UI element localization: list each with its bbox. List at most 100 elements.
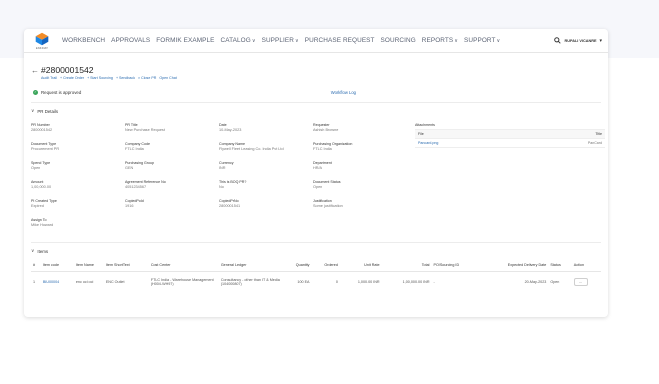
items-col-header: Cost Center — [148, 260, 219, 272]
items-col-header: PO/Sourcing ID — [431, 260, 480, 272]
logo-text: ENKINAT — [35, 46, 49, 50]
nav-item-approvals[interactable]: APPROVALS — [111, 37, 150, 44]
detail-field: Purchasing Organization FTLC India — [313, 142, 403, 151]
detail-value: Ashish Browne — [313, 127, 339, 132]
nav-item-label: FORMIK EXAMPLE — [156, 37, 215, 44]
detail-field: PR Title New Purchase Request — [125, 123, 215, 132]
cell-cost-center: FTLC India - Warehouse Management (H004-… — [149, 271, 219, 293]
cell-item-short-text: ENC Outlet — [104, 271, 149, 293]
detail-value: Open — [31, 165, 41, 170]
po-action-3[interactable]: + Sendback — [116, 76, 135, 80]
attachment-file-link[interactable]: Pancard.png — [418, 141, 438, 145]
detail-field: PR Number 2800001542 — [31, 123, 121, 132]
table-row: 1 BIU00004 enc oci oci ENC Outlet FTLC India… — [31, 271, 601, 293]
detail-value: 2800001541 — [219, 203, 241, 208]
user-menu[interactable]: RUPALI VICANRE ▾ — [554, 37, 602, 44]
pr-details-title: PR Details — [37, 108, 59, 114]
caret-down-icon: ▾ — [599, 37, 602, 44]
nav-item-reports[interactable]: REPORTS∨ — [422, 37, 458, 44]
po-action-5[interactable]: Open Chat — [159, 76, 176, 80]
user-name: RUPALI VICANRE — [564, 38, 597, 43]
nav-item-catalog[interactable]: CATALOG∨ — [221, 37, 256, 44]
item-code-link[interactable]: BIU00004 — [43, 280, 59, 284]
cell-status: Open — [548, 271, 571, 293]
items-header[interactable]: ∨ Items — [31, 248, 601, 254]
cell-expected-delivery: 20-May-2023 — [479, 271, 548, 293]
chevron-down-icon: ∨ — [31, 248, 35, 253]
items-table: # Item code Item Name Item ShortText Cost Ce… — [31, 260, 601, 293]
detail-field: CopiedPoId 1916 — [125, 199, 215, 208]
detail-field: Purchasing Group GEN — [125, 161, 215, 170]
items-col-header: General Ledger — [218, 260, 283, 272]
po-action-1[interactable]: + Create Order — [60, 76, 84, 80]
items-col-header: # — [31, 260, 41, 272]
po-actions: Audit Trail + Create Order + Start Sourcin… — [41, 76, 177, 80]
detail-value: Open — [313, 184, 323, 189]
detail-field: CopiedPrNo 2800001541 — [219, 199, 309, 208]
back-arrow-icon[interactable]: ← — [31, 66, 41, 75]
nav-item-sourcing[interactable]: SOURCING — [381, 37, 416, 44]
more-actions-button[interactable]: ... — [573, 278, 588, 287]
items-title: Items — [37, 248, 49, 254]
detail-value: Procurement PR — [31, 146, 60, 151]
detail-value: 10-May-2023 — [219, 127, 242, 132]
top-navigation: ENKINAT WORKBENCH APPROVALS FORMIK EXAMPLE… — [24, 29, 608, 53]
detail-value: Some justification — [313, 203, 343, 208]
detail-value: 1,00,000.00 — [31, 184, 52, 189]
pr-details-grid: Attachments File Title Pancard.png PanCa… — [31, 123, 605, 237]
cell-unit-rate: 1,000.00 INR — [340, 271, 382, 293]
workflow-log-link[interactable]: Workflow Log — [331, 90, 356, 95]
chevron-down-icon: ∨ — [454, 38, 459, 44]
detail-field: Document Type Procurement PR — [31, 142, 121, 151]
detail-value: 4051234567 — [125, 184, 147, 189]
nav-item-supplier[interactable]: SUPPLIER∨ — [262, 37, 299, 44]
cell-text: 1,000.00 INR — [357, 280, 380, 285]
attachments-table: File Title Pancard.png PanCard — [415, 129, 605, 148]
cell-action: ... — [572, 271, 601, 293]
nav-item-label: SOURCING — [380, 37, 416, 44]
attachments-col-file: File — [418, 132, 424, 136]
cell-text: Open — [550, 280, 560, 285]
detail-value: No — [219, 184, 224, 189]
cell-index: 1 — [31, 271, 41, 293]
detail-field: Currency INR — [219, 161, 309, 170]
cell-text: 0 — [335, 280, 338, 285]
nav-item-support[interactable]: SUPPORT∨ — [464, 37, 500, 44]
nav-item-purchase-request[interactable]: PURCHASE REQUEST — [305, 37, 375, 44]
items-col-header: Item ShortText — [103, 260, 149, 272]
detail-value: FTLC India — [313, 146, 332, 151]
cell-po-sourcing-id: - — [432, 271, 480, 293]
cell-quantity: 100 EA — [283, 271, 312, 293]
cell-general-ledger: Consultancy - other than IT & Media (104… — [219, 271, 283, 293]
cell-text: 20-May-2023 — [524, 280, 547, 285]
items-col-header: Status — [548, 260, 572, 272]
nav-item-label: REPORTS — [421, 37, 454, 44]
detail-field: Date 10-May-2023 — [219, 123, 309, 132]
detail-value: FTLC India — [125, 146, 144, 151]
cell-text: 1,00,000.00 INR — [402, 280, 430, 285]
detail-value: 1916 — [125, 203, 134, 208]
attachment-title: PanCard — [587, 141, 602, 145]
detail-field: Company Name Flywell Fleet Leasing Co. In… — [219, 142, 309, 151]
detail-field: Justification Some justification — [313, 199, 403, 208]
po-action-2[interactable]: + Start Sourcing — [87, 76, 113, 80]
cell-text: 1 — [33, 280, 36, 285]
detail-field: Department HR/A — [313, 161, 403, 170]
detail-value: Mike Howard — [31, 222, 54, 227]
logo-icon — [35, 32, 49, 45]
nav-item-workbench[interactable]: WORKBENCH — [62, 37, 105, 44]
po-action-4[interactable]: × Close PR — [138, 76, 156, 80]
attachments-label: Attachments — [415, 123, 435, 127]
nav-item-formik-example[interactable]: FORMIK EXAMPLE — [156, 37, 214, 44]
detail-value: INR — [219, 165, 226, 170]
po-action-0[interactable]: Audit Trail — [41, 76, 57, 80]
nav-item-label: WORKBENCH — [62, 37, 106, 44]
pr-details-header[interactable]: ∨ PR Details — [31, 108, 601, 114]
cell-text: Consultancy - other than IT & Media (104… — [220, 278, 280, 287]
app-logo[interactable]: ENKINAT — [30, 32, 54, 50]
detail-field: PI Created Type Expired — [31, 199, 121, 208]
detail-field: Document Status Open — [313, 180, 403, 189]
chevron-down-icon: ∨ — [31, 108, 35, 113]
detail-value: GEN — [125, 165, 134, 170]
status-bar: ✓ Request is approved Workflow Log — [31, 87, 601, 97]
